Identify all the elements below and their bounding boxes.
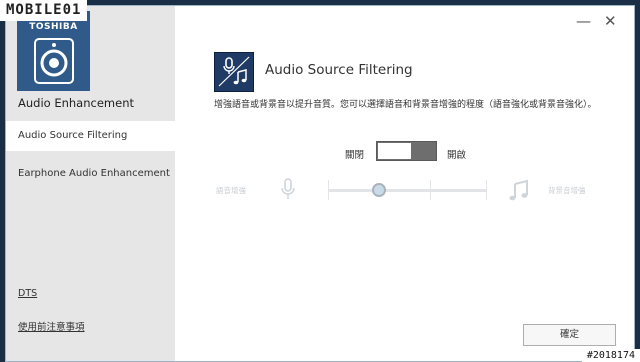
- app-title: Audio Enhancement: [18, 96, 134, 110]
- feature-title: Audio Source Filtering: [265, 62, 413, 78]
- nav-item-audio-source-filtering[interactable]: Audio Source Filtering: [6, 121, 175, 151]
- ok-button[interactable]: 確定: [523, 324, 616, 346]
- music-note-icon: [509, 179, 528, 201]
- feature-description: 增強語音或背景音以提升音質。您可以選擇語音和背景音增強的程度（語音強化或背景音強…: [214, 100, 597, 110]
- background-enhance-label: 背景音增強: [548, 186, 586, 195]
- voice-enhance-label: 語音增強: [216, 186, 246, 195]
- close-icon[interactable]: ✕: [604, 12, 617, 30]
- nav-item-label: Audio Source Filtering: [18, 130, 128, 141]
- slider-thumb[interactable]: [372, 183, 386, 197]
- slider-tick: [430, 180, 431, 200]
- usage-notes-link[interactable]: 使用前注意事項: [18, 319, 85, 333]
- slider-track[interactable]: [328, 189, 486, 192]
- slider-tick: [486, 180, 487, 200]
- sidebar: TOSHIBA Audio Enhancement Audio Source F…: [6, 6, 175, 361]
- minimize-icon[interactable]: —: [576, 12, 591, 30]
- brand-label: TOSHIBA: [29, 22, 78, 32]
- microphone-icon: [281, 178, 295, 199]
- toggle-on-label: 開啟: [447, 150, 467, 161]
- mic-music-icon: [214, 52, 254, 92]
- toshiba-logo: TOSHIBA: [17, 11, 90, 91]
- toggle-off-label: 關閉: [345, 150, 365, 161]
- dts-link[interactable]: DTS: [18, 288, 37, 299]
- nav-item-earphone-audio-enhancement[interactable]: Earphone Audio Enhancement: [6, 159, 175, 189]
- toggle-knob: [378, 143, 411, 159]
- watermark-id: #2018174: [581, 349, 640, 362]
- watermark-logo: MOBILE01: [0, 0, 88, 21]
- app-window: TOSHIBA Audio Enhancement Audio Source F…: [5, 5, 635, 362]
- nav-item-label: Earphone Audio Enhancement: [18, 168, 170, 179]
- slider-tick: [328, 180, 329, 200]
- filtering-toggle[interactable]: [376, 141, 437, 161]
- speaker-icon: [34, 38, 74, 84]
